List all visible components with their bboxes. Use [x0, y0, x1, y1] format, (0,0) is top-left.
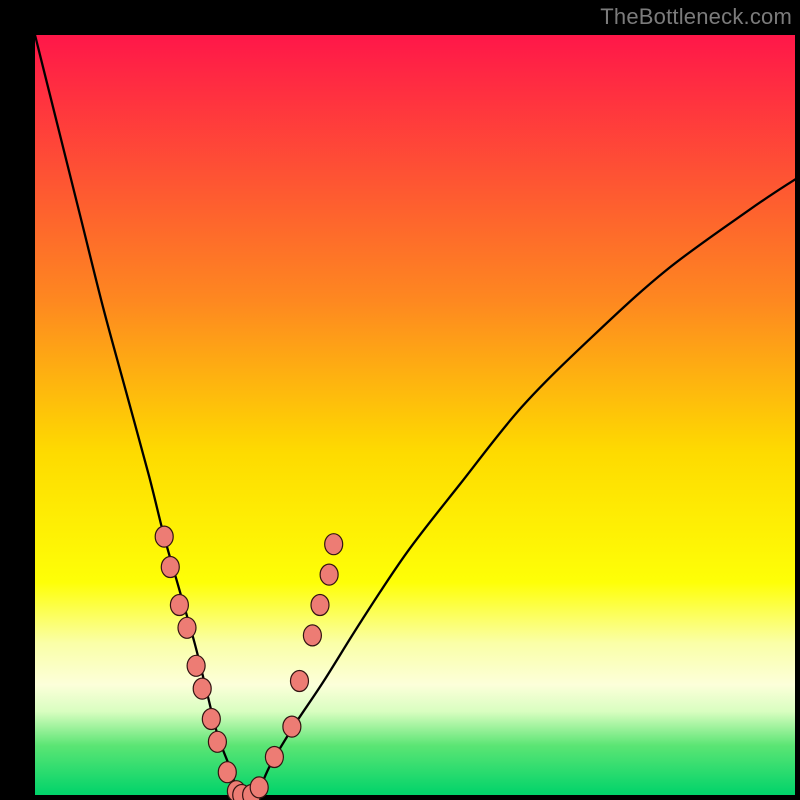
- data-marker: [303, 625, 321, 646]
- data-marker: [178, 617, 196, 638]
- data-marker: [283, 716, 301, 737]
- data-marker: [218, 762, 236, 783]
- watermark-text: TheBottleneck.com: [600, 4, 792, 30]
- plot-background: [35, 35, 795, 795]
- bottleneck-chart: [0, 0, 800, 800]
- data-marker: [265, 747, 283, 768]
- data-marker: [187, 655, 205, 676]
- data-marker: [250, 777, 268, 798]
- data-marker: [208, 731, 226, 752]
- data-marker: [170, 595, 188, 616]
- data-marker: [161, 557, 179, 578]
- data-marker: [193, 678, 211, 699]
- chart-stage: TheBottleneck.com: [0, 0, 800, 800]
- data-marker: [325, 534, 343, 555]
- data-marker: [202, 709, 220, 730]
- data-marker: [290, 671, 308, 692]
- data-marker: [320, 564, 338, 585]
- data-marker: [311, 595, 329, 616]
- data-marker: [155, 526, 173, 547]
